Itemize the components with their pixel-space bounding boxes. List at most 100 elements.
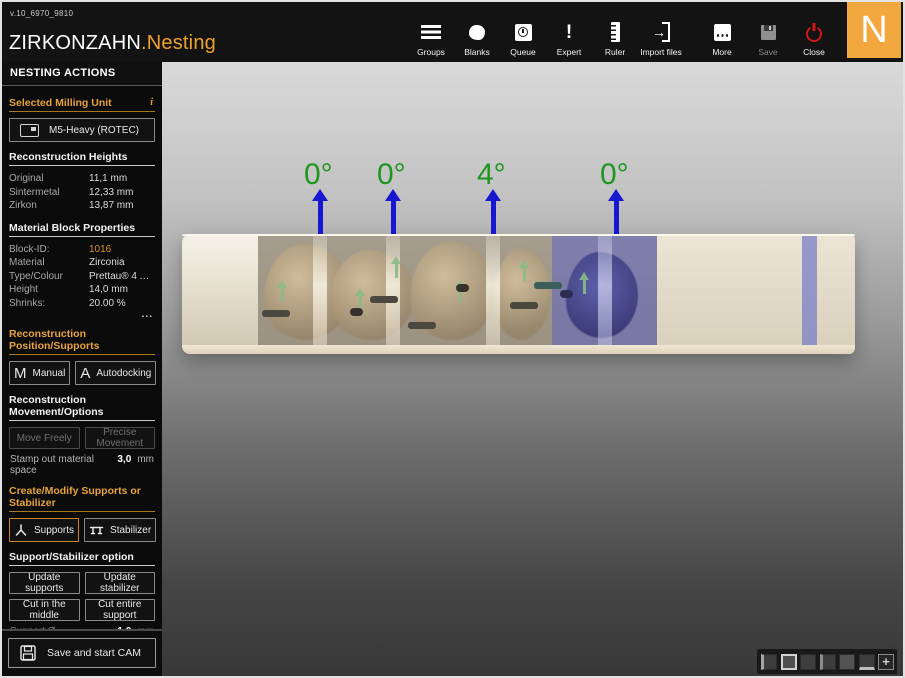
support-option-heading: Support/Stabilizer option (9, 551, 155, 566)
close-power-icon (806, 26, 822, 42)
cut-in-middle-button[interactable]: Cut in the middle (9, 599, 80, 621)
view-bottom-face-button[interactable] (859, 654, 875, 670)
cut-entire-support-button[interactable]: Cut entire support (85, 599, 156, 621)
more-label: More (712, 47, 731, 57)
supports-button[interactable]: Supports (9, 518, 79, 542)
support-bar (408, 322, 436, 329)
expert-button[interactable]: ! Expert (546, 21, 592, 57)
support-bar (534, 282, 562, 289)
import-files-button[interactable]: → Import files (638, 21, 684, 57)
movement-options-heading: Reconstruction Movement/Options (9, 394, 155, 421)
block-left-cap (182, 236, 258, 345)
ruler-label: Ruler (605, 47, 625, 57)
stabilizer-button[interactable]: Stabilizer (84, 518, 156, 542)
angle-marker-4[interactable]: 0° (600, 160, 632, 236)
support-pin-column (486, 236, 500, 345)
block-properties-more[interactable]: ... (9, 311, 153, 319)
ruler-icon (611, 22, 620, 42)
support-bar (370, 296, 398, 303)
supports-stabilizer-heading: Create/Modify Supports or Stabilizer (9, 485, 155, 512)
blanks-icon (469, 25, 485, 40)
angle-marker-3[interactable]: 4° (477, 160, 509, 236)
blanks-button[interactable]: Blanks (454, 21, 500, 57)
queue-label: Queue (510, 47, 536, 57)
height-row-sintermetal: Sintermetal 12,33 mm (9, 186, 155, 200)
stabilizer-bridge-icon (89, 523, 104, 537)
insertion-axis-arrow-icon (518, 260, 530, 284)
blanks-label: Blanks (464, 47, 490, 57)
queue-clock-icon (515, 24, 532, 41)
save-cam-floppy-icon (20, 645, 36, 661)
view-right-face-button[interactable] (820, 654, 836, 670)
update-stabilizer-button[interactable]: Update stabilizer (85, 572, 156, 594)
ruler-button[interactable]: Ruler (592, 21, 638, 57)
info-icon[interactable]: i (150, 97, 153, 108)
reconstruction-heights-heading: Reconstruction Heights (9, 151, 155, 166)
groups-button[interactable]: Groups (408, 21, 454, 57)
support-bar (262, 310, 290, 317)
angle-marker-2[interactable]: 0° (377, 160, 409, 236)
update-supports-button[interactable]: Update supports (9, 572, 80, 594)
nesting-3d-viewport[interactable]: 0° 0° 4° 0° + (162, 62, 903, 676)
nesting-app-badge: N (847, 2, 901, 58)
save-button[interactable]: Save (745, 21, 791, 57)
prop-row-material: Material Zirconia (9, 256, 155, 270)
prop-row-height: Height 14,0 mm (9, 283, 155, 297)
prop-row-shrinks: Shrinks: 20.00 % (9, 297, 155, 311)
support-pin-column (313, 236, 327, 345)
close-button[interactable]: Close (791, 21, 837, 57)
app-logo: ZIRKONZAHN.Nesting (9, 32, 216, 55)
import-files-label: Import files (640, 47, 682, 57)
import-files-icon: → (652, 22, 670, 42)
support-node (560, 290, 573, 298)
block-properties-heading: Material Block Properties (9, 222, 155, 237)
nesting-actions-panel: NESTING ACTIONS Selected Milling Uniti M… (2, 62, 163, 676)
milling-machine-icon (20, 124, 39, 137)
view-top-face-button[interactable] (839, 654, 855, 670)
angle-label: 0° (377, 160, 406, 190)
save-and-start-cam-button[interactable]: Save and start CAM (8, 638, 156, 668)
supports-tripod-icon (14, 523, 28, 537)
brand-area: v.10_6970_9810 ZIRKONZAHN.Nesting (2, 2, 267, 62)
prop-row-type-colour: Type/Colour Prettau® 4 Anterior... (9, 270, 155, 284)
brand-accent: .Nesting (141, 32, 216, 54)
header-toolbar: Groups Blanks Queue ! Expert Ruler → Imp… (408, 2, 837, 62)
material-block[interactable] (182, 234, 855, 354)
angle-marker-1[interactable]: 0° (304, 160, 336, 236)
queue-button[interactable]: Queue (500, 21, 546, 57)
stamp-value[interactable]: 3,0 (117, 454, 131, 465)
reconstruction-zone[interactable] (258, 236, 552, 345)
insertion-axis-arrow-icon (390, 256, 402, 280)
angle-label: 0° (304, 160, 333, 190)
angle-label: 4° (477, 160, 506, 190)
height-row-zirkon: Zirkon 13,87 mm (9, 199, 155, 213)
view-front-face-button[interactable] (781, 654, 797, 670)
expert-label: Expert (557, 47, 582, 57)
autodocking-button[interactable]: A Autodocking (75, 361, 156, 385)
angle-label: 0° (600, 160, 629, 190)
save-cam-panel: Save and start CAM (2, 629, 162, 676)
milling-unit-label: M5-Heavy (ROTEC) (49, 125, 139, 136)
blue-marker-stripe (802, 236, 817, 345)
precise-movement-button[interactable]: Precise Movement (85, 427, 156, 449)
prop-row-block-id: Block-ID: 1016 (9, 243, 155, 257)
move-freely-button[interactable]: Move Freely (9, 427, 80, 449)
view-left-face-button[interactable] (761, 654, 777, 670)
milling-unit-button[interactable]: M5-Heavy (ROTEC) (9, 118, 155, 142)
view-back-face-button[interactable] (800, 654, 816, 670)
manual-initial: M (14, 365, 27, 382)
support-bar (510, 302, 538, 309)
insertion-axis-arrow-icon (578, 272, 590, 296)
support-node (456, 284, 469, 292)
expert-exclamation-icon: ! (566, 23, 572, 42)
version-text: v.10_6970_9810 (10, 9, 73, 18)
save-label: Save (758, 47, 777, 57)
add-view-button[interactable]: + (878, 654, 894, 670)
more-button[interactable]: More (699, 21, 745, 57)
manual-button[interactable]: M Manual (9, 361, 70, 385)
more-icon (714, 24, 731, 41)
close-label: Close (803, 47, 825, 57)
selected-reconstruction-zone[interactable] (552, 236, 657, 345)
autodocking-initial: A (80, 365, 90, 382)
save-floppy-icon (761, 25, 776, 40)
